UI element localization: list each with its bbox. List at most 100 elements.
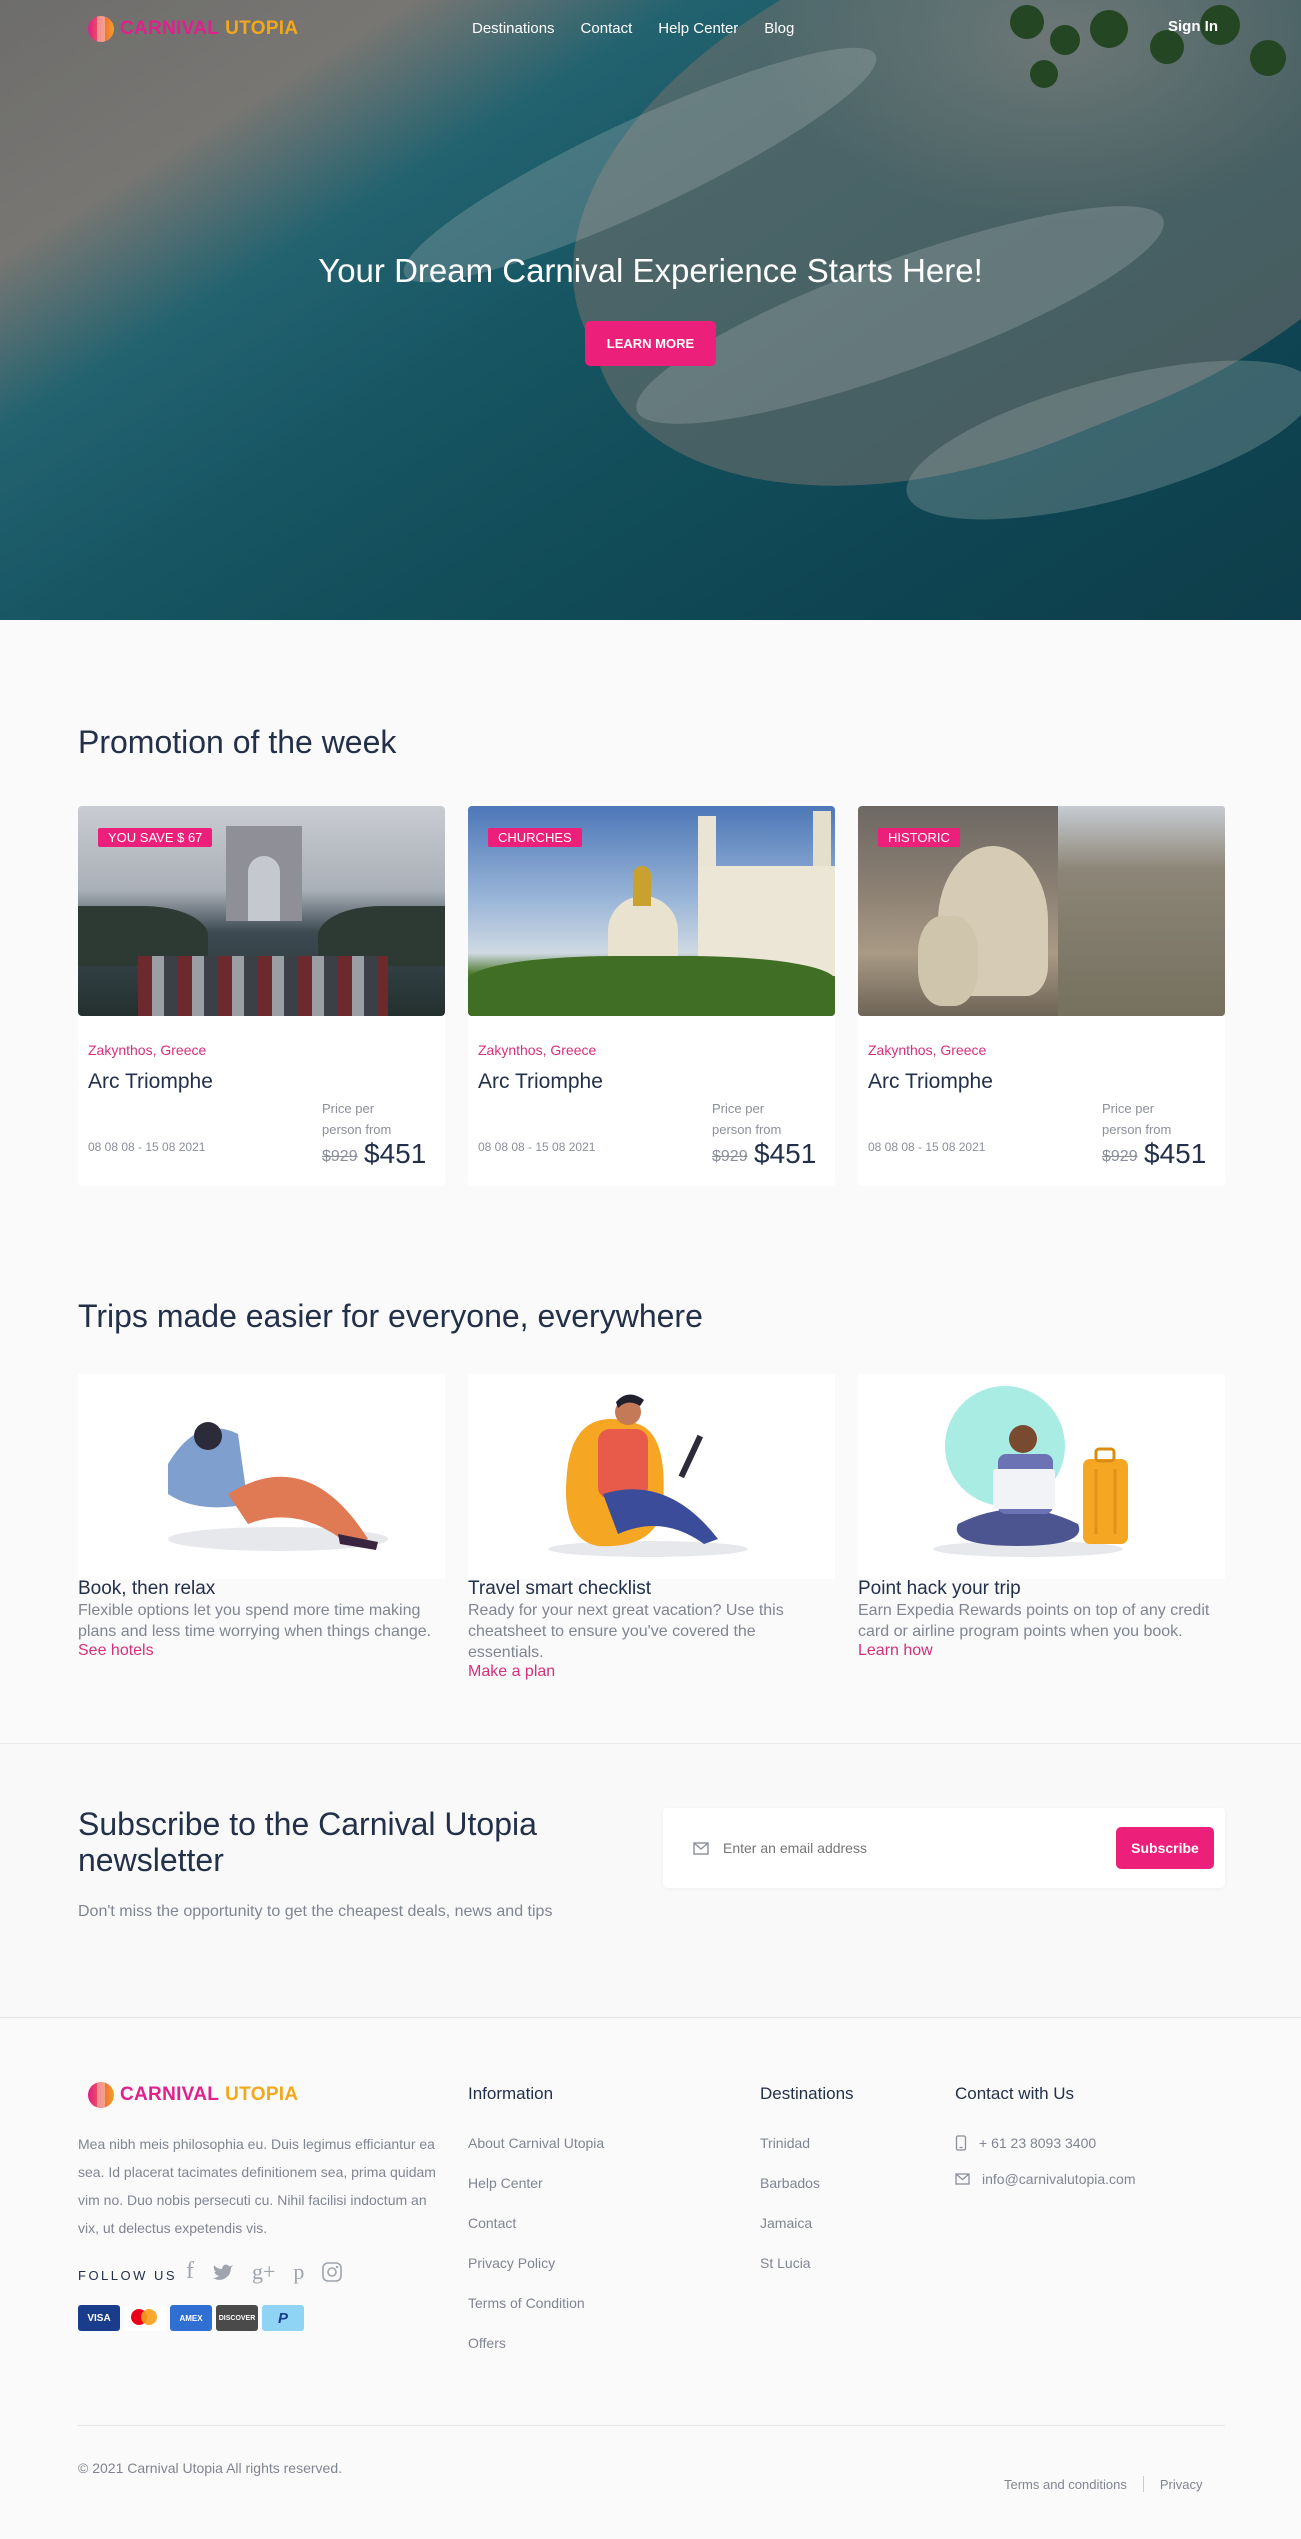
nav-contact[interactable]: Contact	[581, 20, 633, 37]
newsletter-title: Subscribe to the Carnival Utopia newslet…	[78, 1806, 537, 1878]
phone-icon	[955, 2135, 967, 2151]
brand-logo[interactable]: CARNIVAL UTOPIA	[88, 16, 298, 42]
footer-link-barbados[interactable]: Barbados	[760, 2175, 854, 2191]
card-price: $451	[754, 1138, 817, 1169]
card-price-label: Price per person from	[712, 1101, 782, 1137]
contact-phone[interactable]: + 61 23 8093 3400	[979, 2135, 1096, 2151]
learn-how-link[interactable]: Learn how	[858, 1642, 1225, 1660]
card-tag: YOU SAVE $ 67	[98, 828, 213, 847]
instagram-icon[interactable]	[322, 2261, 343, 2282]
footer-link-privacy-policy[interactable]: Privacy Policy	[468, 2255, 604, 2271]
mastercard-icon	[124, 2305, 166, 2331]
see-hotels-link[interactable]: See hotels	[78, 1642, 445, 1660]
newsletter-form: Subscribe	[663, 1808, 1225, 1888]
promotion-title: Promotion of the week	[78, 724, 397, 760]
footer-link-terms[interactable]: Terms of Condition	[468, 2295, 604, 2311]
promotion-card[interactable]: CHURCHES Zakynthos, Greece Arc Triomphe …	[468, 806, 835, 1186]
payment-methods: VISA AMEX DISCOVER P	[78, 2305, 304, 2331]
promotion-card[interactable]: HISTORIC Zakynthos, Greece Arc Triomphe …	[858, 806, 1225, 1186]
contact-column: Contact with Us + 61 23 8093 3400 info@c…	[955, 2084, 1136, 2187]
card-location: Zakynthos, Greece	[868, 1042, 987, 1058]
trip-title: Travel smart checklist	[468, 1578, 651, 1599]
subscribe-button[interactable]: Subscribe	[1116, 1827, 1214, 1869]
email-icon	[955, 2173, 970, 2185]
email-input[interactable]	[723, 1834, 1103, 1862]
card-dates: 08 08 08 - 15 08 2021	[88, 1140, 206, 1154]
card-price-label: Price per person from	[1102, 1101, 1172, 1137]
footer-link-st-lucia[interactable]: St Lucia	[760, 2255, 854, 2271]
card-price: $451	[364, 1138, 427, 1169]
card-tag: HISTORIC	[878, 828, 960, 847]
mail-icon	[693, 1842, 709, 1855]
card-name: Arc Triomphe	[868, 1070, 993, 1093]
promotion-card[interactable]: YOU SAVE $ 67 Zakynthos, Greece Arc Trio…	[78, 806, 445, 1186]
trip-title: Point hack your trip	[858, 1578, 1021, 1599]
footer-link-contact[interactable]: Contact	[468, 2215, 604, 2231]
legal-links: Terms and conditions Privacy	[1004, 2476, 1202, 2492]
card-price-label: Price per person from	[322, 1101, 392, 1137]
nav-destinations[interactable]: Destinations	[472, 20, 555, 37]
checklist-illustration	[468, 1374, 835, 1579]
google-plus-icon[interactable]: g+	[252, 2259, 275, 2285]
card-location: Zakynthos, Greece	[88, 1042, 207, 1058]
main-nav: Destinations Contact Help Center Blog	[472, 20, 820, 37]
information-heading: Information	[468, 2084, 554, 2103]
contact-heading: Contact with Us	[955, 2084, 1075, 2103]
paypal-icon: P	[262, 2305, 304, 2331]
trip-description: Ready for your next great vacation? Use …	[468, 1602, 784, 1661]
information-column: Information About Carnival Utopia Help C…	[468, 2084, 604, 2351]
card-location: Zakynthos, Greece	[478, 1042, 597, 1058]
card-old-price: $929	[712, 1148, 748, 1165]
footer-link-offers[interactable]: Offers	[468, 2335, 604, 2351]
terms-link[interactable]: Terms and conditions	[1004, 2477, 1127, 2492]
follow-us-label: FOLLOW US	[78, 2268, 178, 2283]
visa-icon: VISA	[78, 2305, 120, 2331]
card-dates: 08 08 08 - 15 08 2021	[478, 1140, 596, 1154]
make-a-plan-link[interactable]: Make a plan	[468, 1663, 835, 1681]
footer-link-about[interactable]: About Carnival Utopia	[468, 2135, 604, 2151]
copyright: © 2021 Carnival Utopia All rights reserv…	[78, 2460, 342, 2476]
discover-icon: DISCOVER	[216, 2305, 258, 2331]
card-name: Arc Triomphe	[88, 1070, 213, 1093]
relax-illustration	[78, 1374, 445, 1579]
trip-item: Point hack your trip Earn Expedia Reward…	[858, 1578, 1225, 1660]
contact-email[interactable]: info@carnivalutopia.com	[982, 2171, 1136, 2187]
footer-logo[interactable]: CARNIVAL UTOPIA	[88, 2082, 298, 2108]
sign-in-link[interactable]: Sign In	[1168, 18, 1218, 35]
legal-divider	[1142, 2476, 1144, 2492]
facebook-icon[interactable]: f	[186, 2258, 194, 2285]
social-links: f g+ p	[186, 2258, 343, 2285]
rewards-illustration	[858, 1374, 1225, 1579]
nav-help-center[interactable]: Help Center	[658, 20, 738, 37]
hero-title: Your Dream Carnival Experience Starts He…	[318, 252, 983, 289]
learn-more-button[interactable]: LEARN MORE	[585, 321, 716, 366]
twitter-icon[interactable]	[212, 2263, 234, 2281]
logo-icon	[88, 2082, 114, 2108]
footer-link-trinidad[interactable]: Trinidad	[760, 2135, 854, 2151]
nav-blog[interactable]: Blog	[764, 20, 794, 37]
trips-title: Trips made easier for everyone, everywhe…	[78, 1298, 703, 1334]
newsletter-subtitle: Don't miss the opportunity to get the ch…	[78, 1903, 553, 1920]
card-price: $451	[1144, 1138, 1207, 1169]
privacy-link[interactable]: Privacy	[1160, 2477, 1203, 2492]
trip-title: Book, then relax	[78, 1578, 216, 1599]
trip-item: Travel smart checklist Ready for your ne…	[468, 1578, 835, 1681]
hero-section	[0, 0, 1301, 620]
trip-item: Book, then relax Flexible options let yo…	[78, 1578, 445, 1660]
card-tag: CHURCHES	[488, 828, 582, 847]
trip-description: Earn Expedia Rewards points on top of an…	[858, 1602, 1210, 1640]
trip-description: Flexible options let you spend more time…	[78, 1602, 432, 1640]
footer-link-jamaica[interactable]: Jamaica	[760, 2215, 854, 2231]
footer-divider	[78, 2425, 1225, 2426]
footer-about: Mea nibh meis philosophia eu. Duis legim…	[78, 2136, 436, 2236]
card-dates: 08 08 08 - 15 08 2021	[868, 1140, 986, 1154]
card-old-price: $929	[322, 1148, 358, 1165]
card-old-price: $929	[1102, 1148, 1138, 1165]
pinterest-icon[interactable]: p	[293, 2259, 304, 2285]
amex-icon: AMEX	[170, 2305, 212, 2331]
destinations-column: Destinations Trinidad Barbados Jamaica S…	[760, 2084, 854, 2271]
footer-link-help-center[interactable]: Help Center	[468, 2175, 604, 2191]
card-name: Arc Triomphe	[478, 1070, 603, 1093]
destinations-heading: Destinations	[760, 2084, 854, 2103]
logo-icon	[88, 16, 114, 42]
